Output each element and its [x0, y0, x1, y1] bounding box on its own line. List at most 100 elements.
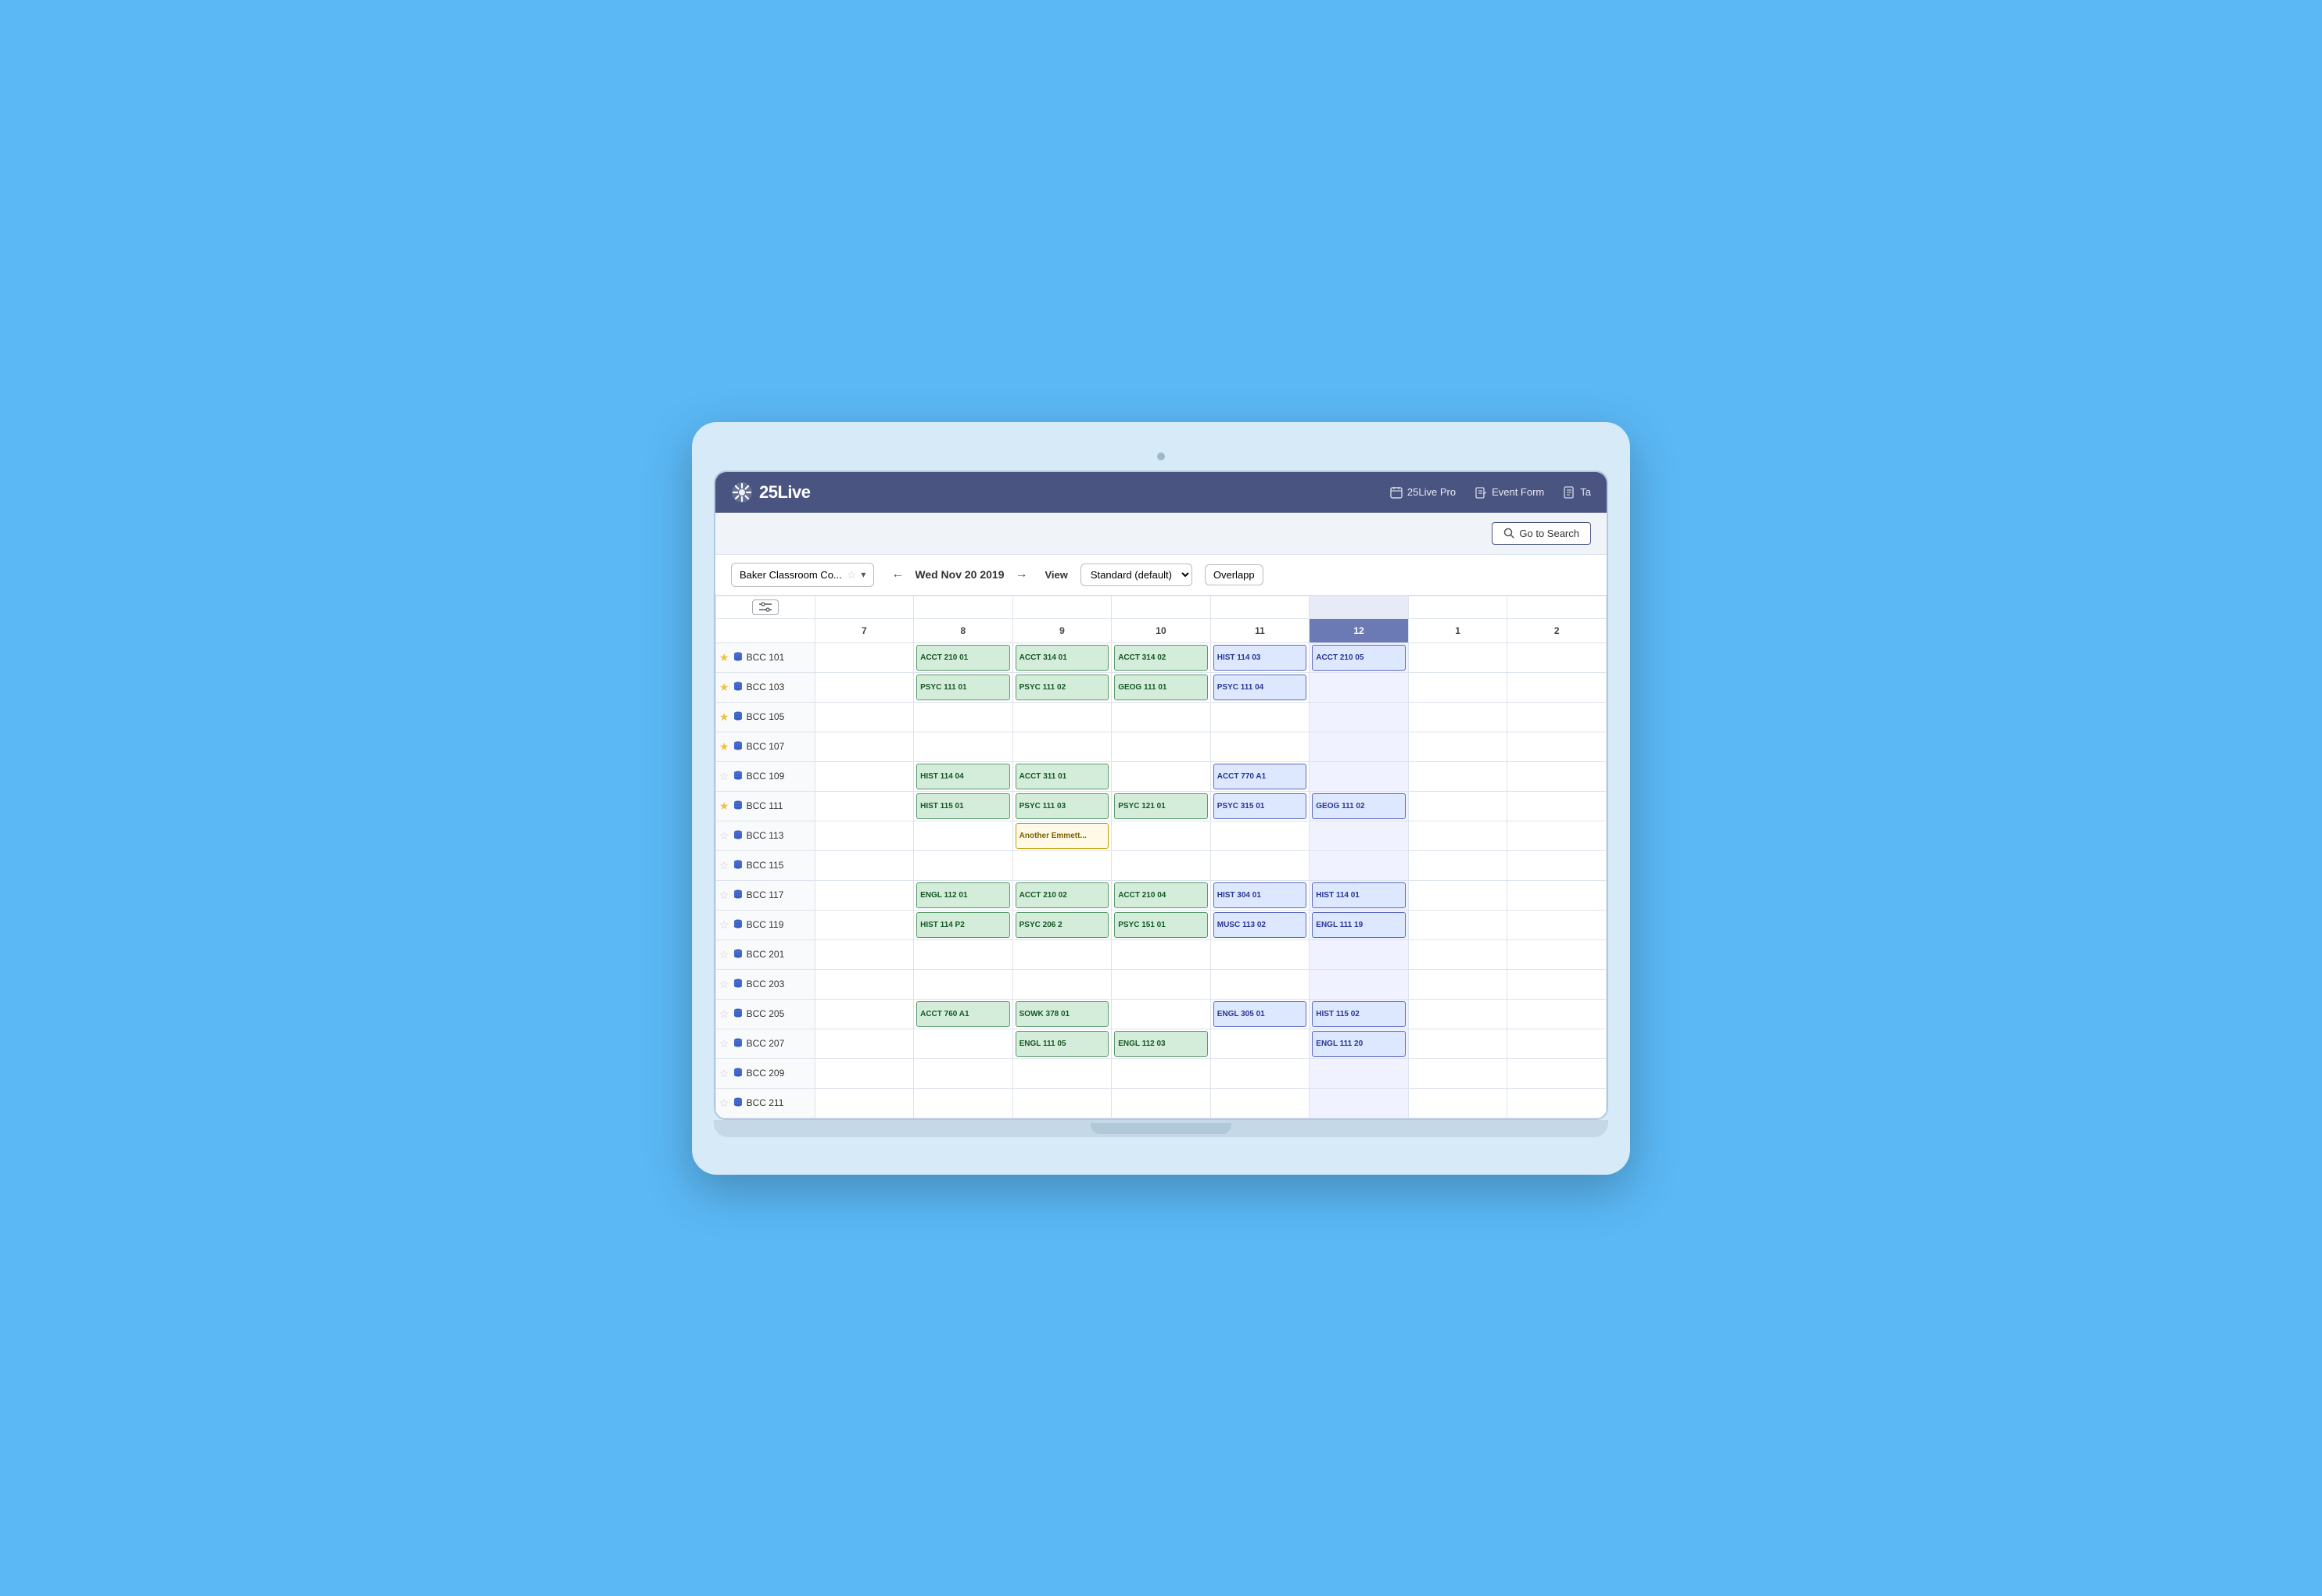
time-cell-BCC 203-9[interactable] — [1012, 969, 1112, 999]
time-cell-BCC 107-1[interactable] — [1408, 732, 1507, 761]
time-cell-BCC 119-7[interactable] — [815, 910, 914, 939]
time-cell-BCC 209-11[interactable] — [1210, 1058, 1310, 1088]
time-cell-BCC 209-10[interactable] — [1112, 1058, 1211, 1088]
time-cell-BCC 105-10[interactable] — [1112, 702, 1211, 732]
time-cell-BCC 201-8[interactable] — [914, 939, 1013, 969]
time-cell-BCC 115-10[interactable] — [1112, 850, 1211, 880]
time-cell-BCC 107-2[interactable] — [1507, 732, 1607, 761]
time-cell-BCC 117-1[interactable] — [1408, 880, 1507, 910]
event-block[interactable]: ENGL 111 19 — [1312, 912, 1406, 938]
time-cell-BCC 209-2[interactable] — [1507, 1058, 1607, 1088]
time-cell-BCC 115-2[interactable] — [1507, 850, 1607, 880]
time-cell-BCC 209-7[interactable] — [815, 1058, 914, 1088]
time-cell-BCC 207-7[interactable] — [815, 1029, 914, 1058]
time-cell-BCC 205-7[interactable] — [815, 999, 914, 1029]
time-cell-BCC 201-9[interactable] — [1012, 939, 1112, 969]
time-cell-BCC 207-2[interactable] — [1507, 1029, 1607, 1058]
time-cell-BCC 203-7[interactable] — [815, 969, 914, 999]
event-block[interactable]: PSYC 111 04 — [1213, 675, 1307, 700]
time-cell-BCC 103-1[interactable] — [1408, 672, 1507, 702]
time-cell-BCC 113-11[interactable] — [1210, 821, 1310, 850]
room-favorite-star[interactable]: ☆ — [719, 859, 729, 872]
room-favorite-star[interactable]: ★ — [719, 800, 729, 813]
time-cell-BCC 209-9[interactable] — [1012, 1058, 1112, 1088]
nav-ta[interactable]: Ta — [1563, 486, 1591, 499]
room-favorite-star[interactable]: ☆ — [719, 1037, 729, 1050]
time-cell-BCC 107-8[interactable] — [914, 732, 1013, 761]
time-cell-BCC 109-8[interactable]: HIST 114 04 — [914, 761, 1013, 791]
time-cell-BCC 109-11[interactable]: ACCT 770 A1 — [1210, 761, 1310, 791]
event-block[interactable]: ACCT 210 04 — [1114, 882, 1208, 908]
event-block[interactable]: ACCT 210 01 — [916, 645, 1010, 671]
prev-date-button[interactable]: ← — [887, 566, 908, 583]
time-cell-BCC 205-11[interactable]: ENGL 305 01 — [1210, 999, 1310, 1029]
time-cell-BCC 203-1[interactable] — [1408, 969, 1507, 999]
time-cell-BCC 105-12[interactable] — [1310, 702, 1409, 732]
time-cell-BCC 107-9[interactable] — [1012, 732, 1112, 761]
time-cell-BCC 109-7[interactable] — [815, 761, 914, 791]
time-cell-BCC 119-10[interactable]: PSYC 151 01 — [1112, 910, 1211, 939]
time-cell-BCC 201-10[interactable] — [1112, 939, 1211, 969]
time-cell-BCC 205-1[interactable] — [1408, 999, 1507, 1029]
time-cell-BCC 109-10[interactable] — [1112, 761, 1211, 791]
room-favorite-star[interactable]: ☆ — [719, 978, 729, 991]
time-cell-BCC 107-7[interactable] — [815, 732, 914, 761]
room-favorite-star[interactable]: ☆ — [719, 1097, 729, 1110]
time-cell-BCC 205-9[interactable]: SOWK 378 01 — [1012, 999, 1112, 1029]
event-block[interactable]: MUSC 113 02 — [1213, 912, 1307, 938]
time-cell-BCC 207-8[interactable] — [914, 1029, 1013, 1058]
time-cell-BCC 111-2[interactable] — [1507, 791, 1607, 821]
time-cell-BCC 109-1[interactable] — [1408, 761, 1507, 791]
time-cell-BCC 109-12[interactable] — [1310, 761, 1409, 791]
room-favorite-star[interactable]: ☆ — [719, 770, 729, 783]
time-cell-BCC 119-9[interactable]: PSYC 206 2 — [1012, 910, 1112, 939]
time-cell-BCC 103-9[interactable]: PSYC 111 02 — [1012, 672, 1112, 702]
event-block[interactable]: HIST 114 P2 — [916, 912, 1010, 938]
time-cell-BCC 107-11[interactable] — [1210, 732, 1310, 761]
event-block[interactable]: ENGL 112 01 — [916, 882, 1010, 908]
time-cell-BCC 109-9[interactable]: ACCT 311 01 — [1012, 761, 1112, 791]
event-block[interactable]: Another Emmett... — [1016, 823, 1109, 849]
time-cell-BCC 111-8[interactable]: HIST 115 01 — [914, 791, 1013, 821]
event-block[interactable]: HIST 115 01 — [916, 793, 1010, 819]
time-cell-BCC 205-2[interactable] — [1507, 999, 1607, 1029]
time-cell-BCC 113-1[interactable] — [1408, 821, 1507, 850]
time-cell-BCC 209-1[interactable] — [1408, 1058, 1507, 1088]
time-cell-BCC 115-11[interactable] — [1210, 850, 1310, 880]
next-date-button[interactable]: → — [1011, 566, 1033, 583]
event-block[interactable]: PSYC 315 01 — [1213, 793, 1307, 819]
nav-event-form[interactable]: Event Form — [1475, 486, 1544, 499]
time-cell-BCC 207-12[interactable]: ENGL 111 20 — [1310, 1029, 1409, 1058]
time-cell-BCC 211-11[interactable] — [1210, 1088, 1310, 1118]
room-favorite-star[interactable]: ★ — [719, 740, 729, 753]
event-block[interactable]: ACCT 314 02 — [1114, 645, 1208, 671]
time-cell-BCC 115-8[interactable] — [914, 850, 1013, 880]
time-cell-BCC 203-8[interactable] — [914, 969, 1013, 999]
time-cell-BCC 211-1[interactable] — [1408, 1088, 1507, 1118]
time-cell-BCC 103-10[interactable]: GEOG 111 01 — [1112, 672, 1211, 702]
time-cell-BCC 117-12[interactable]: HIST 114 01 — [1310, 880, 1409, 910]
time-cell-BCC 119-2[interactable] — [1507, 910, 1607, 939]
time-cell-BCC 101-8[interactable]: ACCT 210 01 — [914, 642, 1013, 672]
event-block[interactable]: HIST 114 01 — [1312, 882, 1406, 908]
event-block[interactable]: ENGL 111 20 — [1312, 1031, 1406, 1057]
event-block[interactable]: SOWK 378 01 — [1016, 1001, 1109, 1027]
time-cell-BCC 111-7[interactable] — [815, 791, 914, 821]
time-cell-BCC 119-11[interactable]: MUSC 113 02 — [1210, 910, 1310, 939]
time-cell-BCC 211-7[interactable] — [815, 1088, 914, 1118]
time-cell-BCC 101-7[interactable] — [815, 642, 914, 672]
time-cell-BCC 103-2[interactable] — [1507, 672, 1607, 702]
time-cell-BCC 209-8[interactable] — [914, 1058, 1013, 1088]
time-cell-BCC 105-7[interactable] — [815, 702, 914, 732]
time-cell-BCC 105-1[interactable] — [1408, 702, 1507, 732]
event-block[interactable]: PSYC 111 03 — [1016, 793, 1109, 819]
event-block[interactable]: HIST 114 04 — [916, 764, 1010, 789]
event-block[interactable]: ENGL 111 05 — [1016, 1031, 1109, 1057]
time-cell-BCC 101-2[interactable] — [1507, 642, 1607, 672]
event-block[interactable]: PSYC 121 01 — [1114, 793, 1208, 819]
time-cell-BCC 211-10[interactable] — [1112, 1088, 1211, 1118]
time-cell-BCC 115-12[interactable] — [1310, 850, 1409, 880]
time-cell-BCC 101-9[interactable]: ACCT 314 01 — [1012, 642, 1112, 672]
time-cell-BCC 113-8[interactable] — [914, 821, 1013, 850]
event-block[interactable]: ACCT 314 01 — [1016, 645, 1109, 671]
